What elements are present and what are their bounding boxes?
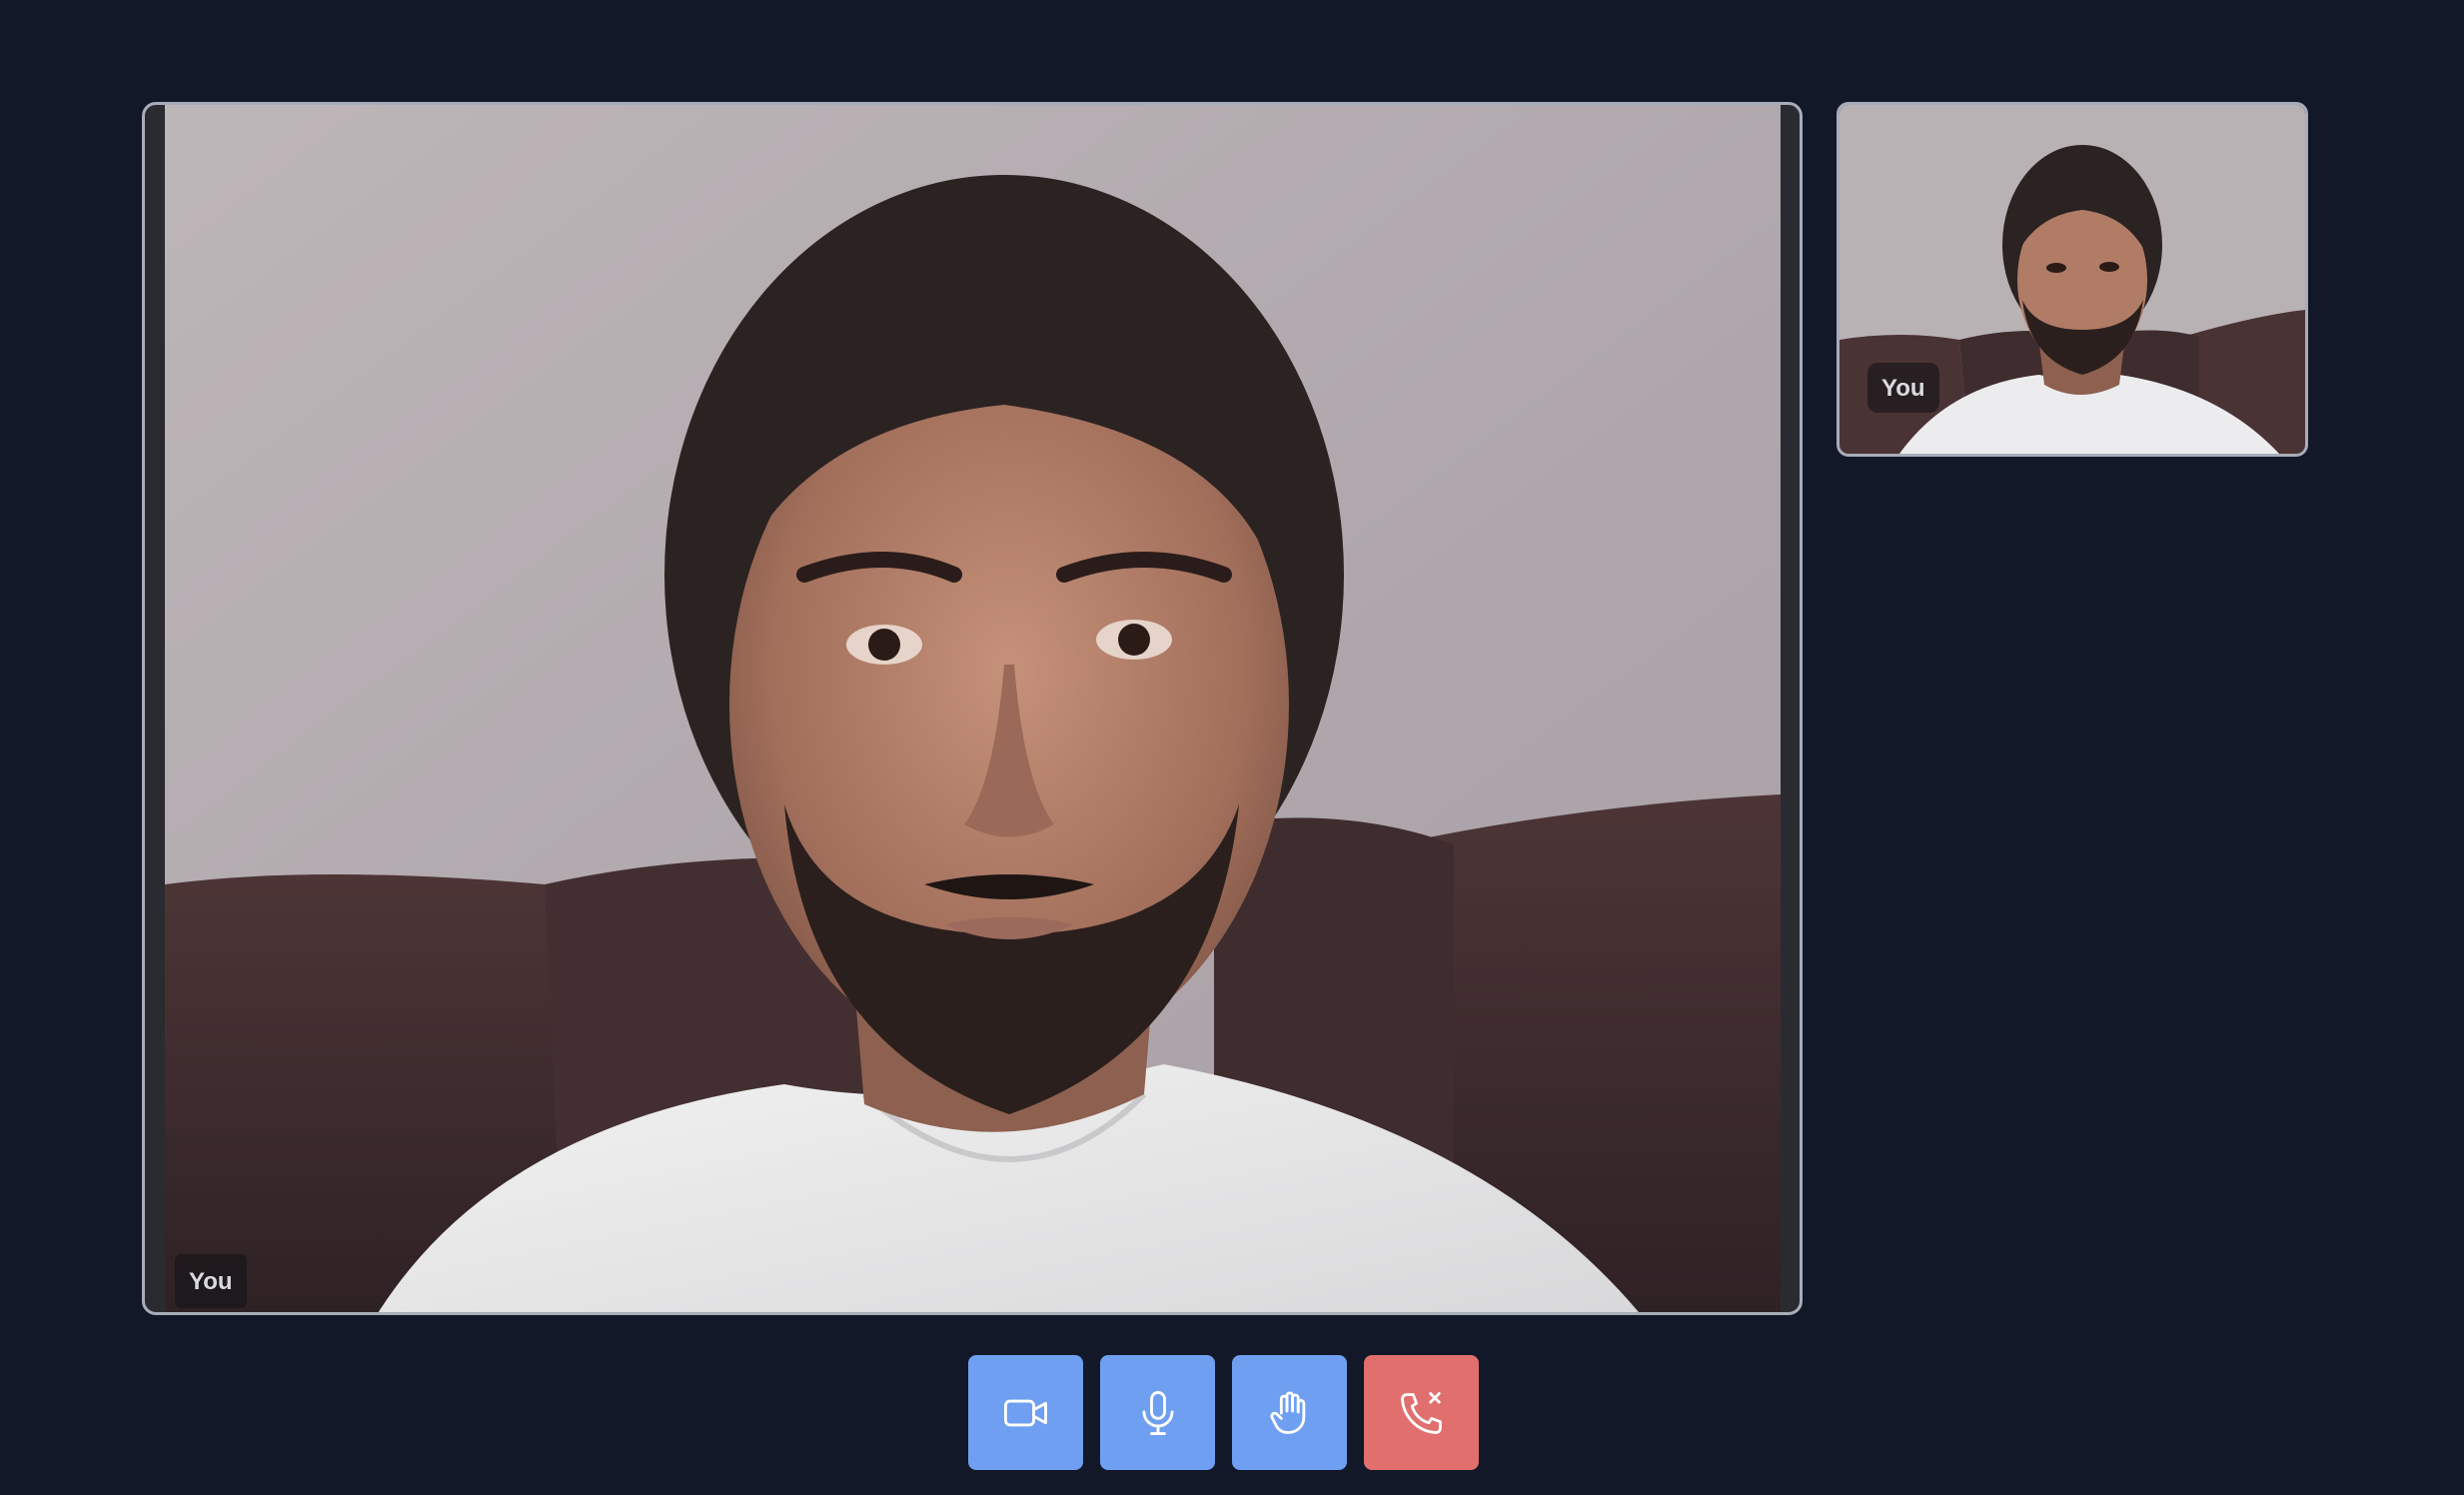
phone-hangup-icon: [1400, 1391, 1442, 1434]
microphone-icon: [1142, 1390, 1173, 1435]
main-video-tile[interactable]: You: [142, 102, 1803, 1315]
call-stage: You You: [0, 0, 2464, 1495]
camera-button[interactable]: [968, 1355, 1083, 1470]
video-camera-icon: [1003, 1399, 1047, 1426]
microphone-button[interactable]: [1100, 1355, 1215, 1470]
raise-hand-button[interactable]: [1232, 1355, 1347, 1470]
end-call-button[interactable]: [1364, 1355, 1479, 1470]
main-video-feed: [165, 105, 1781, 1312]
participant-video-image: [165, 105, 1781, 1312]
hand-icon: [1269, 1391, 1305, 1434]
call-controls: [968, 1355, 1479, 1470]
self-view-tile[interactable]: You: [1837, 102, 2308, 457]
self-view-name: You: [1867, 363, 1939, 413]
main-participant-name: You: [175, 1254, 247, 1308]
